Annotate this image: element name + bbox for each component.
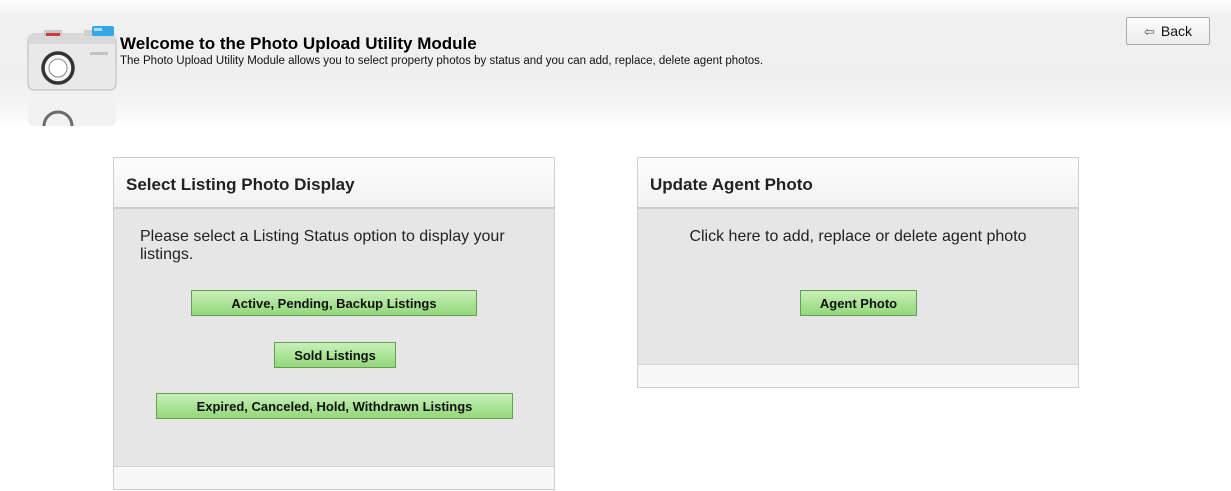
page-description: The Photo Upload Utility Module allows y… <box>120 55 764 67</box>
agent-photo-panel: Update Agent Photo Click here to add, re… <box>637 157 1079 388</box>
active-pending-backup-button[interactable]: Active, Pending, Backup Listings <box>191 290 477 316</box>
listing-panel-header: Select Listing Photo Display <box>114 158 554 209</box>
back-button-label: Back <box>1160 23 1193 39</box>
photo-upload-page: Welcome to the Photo Upload Utility Modu… <box>0 0 1231 491</box>
agent-panel-footer <box>638 364 1078 387</box>
header-banner: Welcome to the Photo Upload Utility Modu… <box>0 0 1231 128</box>
listing-panel-footer <box>114 466 554 489</box>
camera-icon <box>27 26 117 127</box>
agent-photo-button[interactable]: Agent Photo <box>800 290 917 316</box>
sold-listings-button[interactable]: Sold Listings <box>274 342 396 368</box>
listing-photo-panel: Select Listing Photo Display Please sele… <box>113 157 555 490</box>
agent-panel-instructions: Click here to add, replace or delete age… <box>689 228 1027 245</box>
back-button[interactable]: ⇦ Back <box>1126 17 1210 45</box>
listing-panel-instructions: Please select a Listing Status option to… <box>140 228 505 263</box>
agent-panel-header: Update Agent Photo <box>638 158 1078 209</box>
page-title: Welcome to the Photo Upload Utility Modu… <box>120 34 477 53</box>
agent-panel-title: Update Agent Photo <box>650 175 813 194</box>
back-arrow-icon: ⇦ <box>1143 23 1155 39</box>
header-text: Welcome to the Photo Upload Utility Modu… <box>120 34 763 68</box>
listing-panel-title: Select Listing Photo Display <box>126 175 355 194</box>
expired-canceled-hold-withdrawn-button[interactable]: Expired, Canceled, Hold, Withdrawn Listi… <box>156 393 513 419</box>
